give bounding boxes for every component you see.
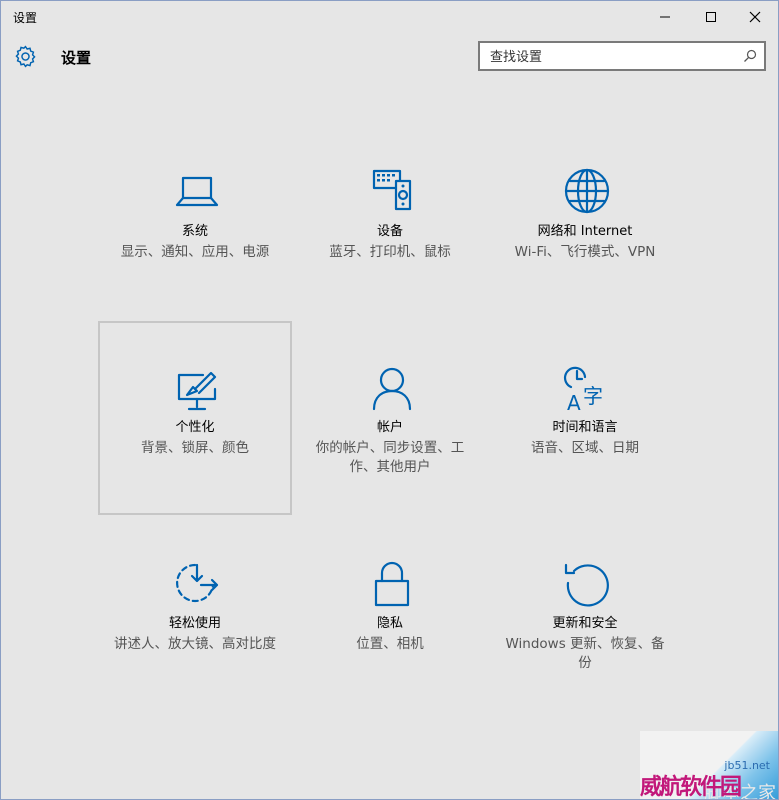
time-language-icon: A 字 <box>563 366 603 413</box>
tile-accounts[interactable]: 帐户 你的帐户、同步设置、工作、其他用户 <box>293 321 487 515</box>
devices-icon <box>372 169 412 211</box>
tile-update-security[interactable]: 更新和安全 Windows 更新、恢复、备份 <box>488 517 682 711</box>
gear-icon <box>15 45 36 68</box>
tile-description: 你的帐户、同步设置、工作、其他用户 <box>315 440 465 475</box>
watermark: jb51.net 脚本之家 威航软件园 <box>640 731 778 800</box>
tile-description: 讲述人、放大镜、高对比度 <box>114 636 276 652</box>
tile-title: 隐私 <box>376 616 403 631</box>
window-title: 设置 <box>13 11 38 25</box>
tile-ease-of-access[interactable]: 轻松使用 讲述人、放大镜、高对比度 <box>98 517 292 711</box>
minimize-button[interactable] <box>642 1 688 32</box>
title-bar[interactable]: 设置 <box>1 1 778 32</box>
tile-title: 设备 <box>376 224 403 239</box>
tile-title: 轻松使用 <box>168 616 221 631</box>
tile-description: Windows 更新、恢复、备份 <box>505 636 665 671</box>
search-icon[interactable] <box>742 48 758 64</box>
tile-network[interactable]: 网络和 Internet Wi-Fi、飞行模式、VPN <box>488 141 682 335</box>
tile-description: Wi-Fi、飞行模式、VPN <box>514 244 656 260</box>
search-input[interactable] <box>488 47 732 67</box>
minimize-icon <box>660 16 670 17</box>
tile-title: 个性化 <box>175 420 215 435</box>
tile-description: 语音、区域、日期 <box>531 440 639 456</box>
tile-time-language[interactable]: A 字 时间和语言 语音、区域、日期 <box>488 321 682 515</box>
tile-title: 更新和安全 <box>552 616 618 631</box>
tile-personalization[interactable]: 个性化 背景、锁屏、颜色 <box>98 321 292 515</box>
personalization-icon <box>177 371 217 411</box>
tile-description: 背景、锁屏、颜色 <box>141 440 249 456</box>
tile-description: 显示、通知、应用、电源 <box>120 244 270 260</box>
tile-devices[interactable]: 设备 蓝牙、打印机、鼠标 <box>293 141 487 335</box>
tile-title: 网络和 Internet <box>537 224 633 239</box>
tile-privacy[interactable]: 隐私 位置、相机 <box>293 517 487 711</box>
page-title: 设置 <box>61 49 92 67</box>
update-icon <box>564 563 609 607</box>
ease-of-access-icon <box>176 563 219 603</box>
close-icon <box>749 11 761 22</box>
tile-title: 时间和语言 <box>552 420 618 435</box>
maximize-icon <box>706 11 716 22</box>
maximize-button[interactable] <box>688 1 734 32</box>
tile-title: 帐户 <box>376 420 403 435</box>
person-icon <box>372 367 412 411</box>
tile-description: 位置、相机 <box>356 636 424 652</box>
lock-icon <box>374 561 410 607</box>
globe-icon <box>564 168 610 214</box>
watermark-brand: 威航软件园 <box>640 775 742 800</box>
search-box[interactable] <box>478 41 766 71</box>
settings-window: 设置 设置 系统 显示、通知、应用、电源 <box>0 0 779 800</box>
close-button[interactable] <box>732 1 778 32</box>
laptop-icon <box>175 176 219 207</box>
tile-description: 蓝牙、打印机、鼠标 <box>329 244 451 260</box>
tile-title: 系统 <box>181 224 208 239</box>
tile-system[interactable]: 系统 显示、通知、应用、电源 <box>98 141 292 335</box>
svg-text:字: 字 <box>583 384 603 408</box>
svg-text:A: A <box>567 391 581 413</box>
